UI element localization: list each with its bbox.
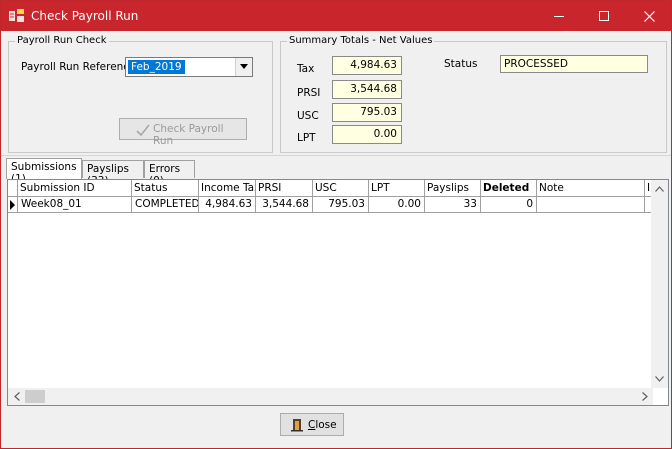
maximize-button[interactable] bbox=[582, 1, 626, 31]
close-button-label: Close bbox=[308, 419, 337, 431]
close-window-button[interactable] bbox=[627, 1, 671, 31]
check-payroll-run-button[interactable]: Check Payroll Run bbox=[119, 118, 247, 147]
cell-usc[interactable]: 795.03 bbox=[313, 197, 369, 213]
chevron-down-icon bbox=[240, 64, 248, 69]
maximize-icon bbox=[599, 11, 609, 21]
status-field[interactable]: PROCESSED bbox=[500, 55, 648, 73]
scroll-left-icon[interactable] bbox=[14, 392, 20, 401]
app-icon bbox=[9, 9, 24, 22]
column-header[interactable]: LPT bbox=[369, 180, 425, 197]
column-header[interactable]: PRSI bbox=[256, 180, 313, 197]
tab-errors[interactable]: Errors (0) bbox=[144, 160, 195, 187]
close-label-rest: lose bbox=[315, 419, 337, 431]
cell-deleted[interactable]: 0 bbox=[481, 197, 537, 213]
payroll-run-check-legend: Payroll Run Check bbox=[15, 35, 109, 46]
tab-submissions[interactable]: Submissions (1) bbox=[6, 158, 82, 185]
tab-payslips[interactable]: Payslips (33) bbox=[82, 160, 144, 187]
column-header[interactable]: Note bbox=[537, 180, 645, 197]
check-payroll-run-window: Check Payroll Run Payroll Run Check Payr… bbox=[0, 0, 672, 449]
row-indicator bbox=[8, 197, 18, 213]
cell-prsi[interactable]: 3,544.68 bbox=[256, 197, 313, 213]
summary-totals-legend: Summary Totals - Net Values bbox=[287, 35, 435, 46]
horizontal-scroll-thumb[interactable] bbox=[25, 390, 45, 403]
column-header[interactable]: Deleted bbox=[481, 180, 537, 197]
tax-label: Tax bbox=[297, 63, 315, 75]
window-title: Check Payroll Run bbox=[31, 9, 139, 23]
close-icon bbox=[643, 11, 655, 22]
vertical-scrollbar[interactable] bbox=[651, 180, 668, 388]
usc-label: USC bbox=[297, 110, 319, 122]
title-bar: Check Payroll Run bbox=[1, 1, 671, 31]
minimize-icon bbox=[554, 16, 564, 17]
prsi-field[interactable]: 3,544.68 bbox=[332, 80, 402, 99]
current-row-icon bbox=[10, 200, 15, 210]
lpt-field[interactable]: 0.00 bbox=[332, 125, 402, 144]
horizontal-scrollbar[interactable] bbox=[8, 388, 653, 405]
cell-status[interactable]: COMPLETED bbox=[132, 197, 199, 213]
exit-door-icon bbox=[291, 419, 303, 432]
scroll-down-icon[interactable] bbox=[655, 376, 664, 382]
cell-lpt[interactable]: 0.00 bbox=[369, 197, 425, 213]
grid-header: Submission ID Status Income Tax PRSI USC… bbox=[8, 180, 653, 197]
column-header[interactable]: Payslips bbox=[425, 180, 481, 197]
tax-field[interactable]: 4,984.63 bbox=[332, 56, 402, 75]
column-header[interactable]: Income Tax bbox=[199, 180, 256, 197]
minimize-button[interactable] bbox=[537, 1, 581, 31]
scroll-right-icon[interactable] bbox=[642, 392, 648, 401]
checkmark-icon bbox=[136, 124, 150, 137]
payroll-run-reference-select[interactable]: Feb_2019 bbox=[125, 57, 253, 77]
payroll-run-reference-label: Payroll Run Reference bbox=[21, 61, 136, 73]
dropdown-button[interactable] bbox=[235, 58, 252, 76]
payroll-run-reference-value: Feb_2019 bbox=[128, 60, 185, 74]
cell-payslips[interactable]: 33 bbox=[425, 197, 481, 213]
section-divider bbox=[1, 155, 671, 156]
status-label: Status bbox=[444, 58, 478, 70]
table-row[interactable]: Week08_01 COMPLETED 4,984.63 3,544.68 79… bbox=[8, 197, 653, 213]
cell-submission-id[interactable]: Week08_01 bbox=[18, 197, 132, 213]
column-header[interactable]: USC bbox=[313, 180, 369, 197]
cell-income-tax[interactable]: 4,984.63 bbox=[199, 197, 256, 213]
check-payroll-run-label: Check Payroll Run bbox=[153, 123, 224, 147]
usc-field[interactable]: 795.03 bbox=[332, 103, 402, 122]
scroll-up-icon[interactable] bbox=[655, 186, 664, 192]
submissions-grid[interactable]: Submission ID Status Income Tax PRSI USC… bbox=[7, 179, 669, 406]
lpt-label: LPT bbox=[297, 132, 316, 144]
close-button[interactable]: Close bbox=[280, 413, 344, 436]
column-header[interactable]: Status bbox=[132, 180, 199, 197]
prsi-label: PRSI bbox=[297, 87, 321, 99]
cell-note[interactable] bbox=[537, 197, 645, 213]
column-header[interactable]: Submission ID bbox=[18, 180, 132, 197]
header-row-indicator bbox=[8, 180, 18, 197]
